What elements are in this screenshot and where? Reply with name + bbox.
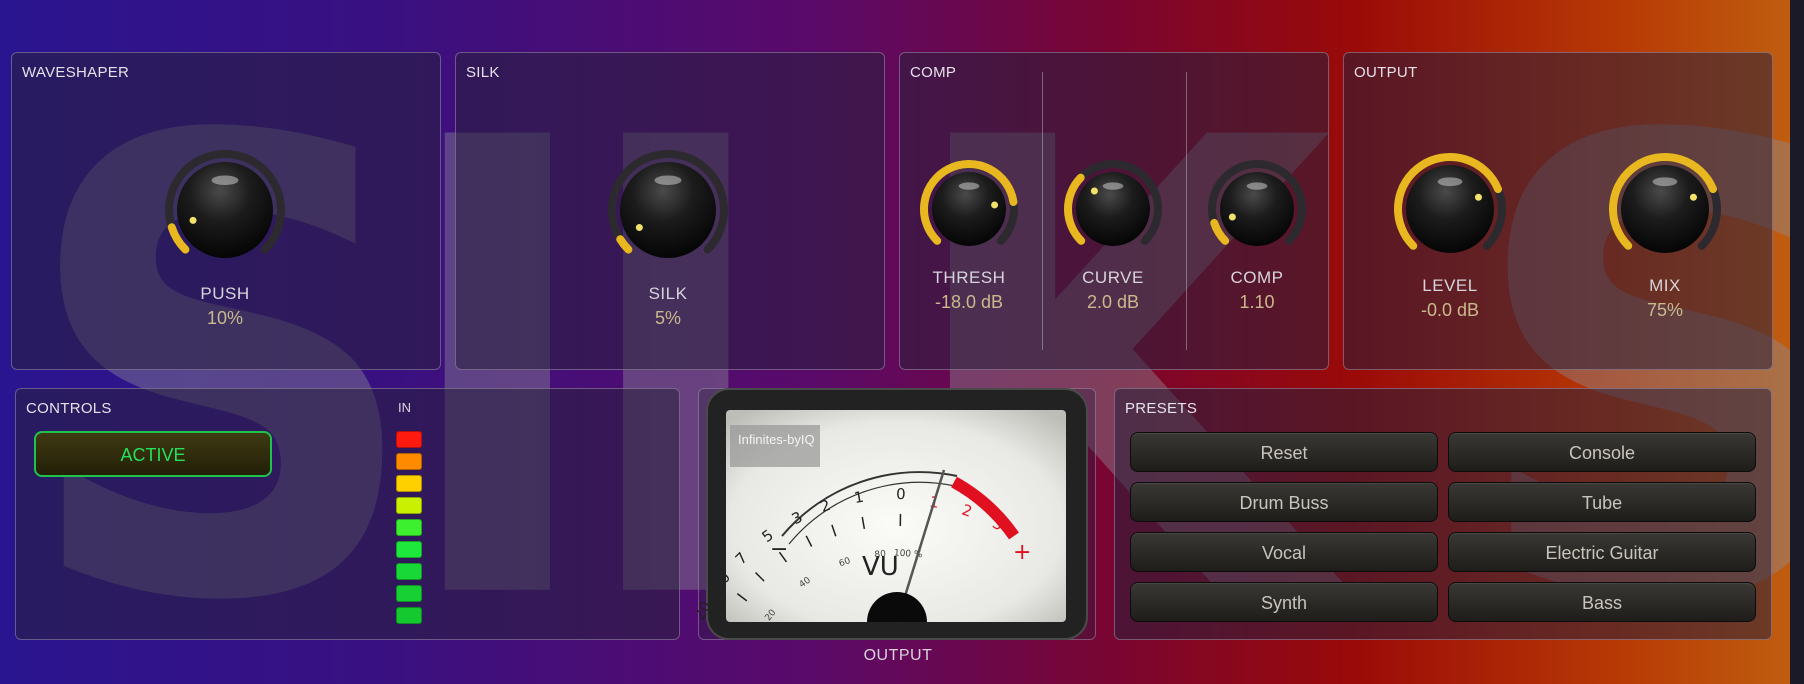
knob-indicator-dot — [1689, 193, 1697, 201]
meter-led — [396, 563, 422, 580]
meter-led — [396, 431, 422, 448]
mix-label: MIX — [1649, 276, 1681, 295]
comp-ratio-knob[interactable] — [1202, 154, 1312, 264]
thresh-knob[interactable] — [914, 154, 1024, 264]
knob-value-arc — [616, 235, 633, 254]
preset-vocal-button[interactable]: Vocal — [1130, 532, 1438, 572]
vu-output-label: OUTPUT — [863, 647, 933, 664]
level-knob[interactable] — [1388, 147, 1512, 271]
knob-highlight — [654, 175, 682, 186]
push-knob[interactable] — [159, 144, 291, 276]
comp-ratio-value: 1.10 — [1239, 292, 1275, 312]
plugin-window: SILK SAND WAVESHAPER PUSH 10% SILK SILK … — [0, 0, 1804, 684]
silk-knob[interactable] — [602, 144, 734, 276]
knob-highlight — [958, 182, 980, 190]
comp-title: COMP — [910, 64, 957, 81]
knob-value-arc — [1210, 218, 1230, 245]
input-meter-label: IN — [398, 400, 411, 415]
knob-highlight — [1652, 177, 1678, 187]
preset-bass-button[interactable]: Bass — [1448, 582, 1756, 622]
curve-knob[interactable] — [1058, 154, 1168, 264]
preset-console-button[interactable]: Console — [1448, 432, 1756, 472]
knob-indicator-dot — [189, 216, 197, 224]
knob-indicator-dot — [991, 201, 999, 209]
thresh-label: THRESH — [932, 268, 1006, 287]
controls-panel: CONTROLS — [15, 388, 680, 640]
knob-highlight — [1437, 177, 1463, 187]
preset-tube-button[interactable]: Tube — [1448, 482, 1756, 522]
curve-label: CURVE — [1082, 268, 1144, 287]
vu-label: VU — [862, 552, 899, 582]
knob-highlight — [211, 175, 239, 186]
knob-indicator-dot — [1474, 193, 1482, 201]
preset-synth-button[interactable]: Synth — [1130, 582, 1438, 622]
meter-led — [396, 453, 422, 470]
knob-highlight — [1102, 182, 1124, 190]
level-label: LEVEL — [1422, 276, 1478, 295]
waveshaper-title: WAVESHAPER — [22, 64, 130, 81]
knob-highlight — [1246, 182, 1268, 190]
meter-led — [396, 519, 422, 536]
comp-ratio-label: COMP — [1230, 268, 1284, 287]
vu-meter: 201075321012320406080100 % − + VU — [697, 388, 1088, 640]
vu-minus-sign: − — [770, 537, 788, 562]
level-value: -0.0 dB — [1420, 300, 1480, 320]
meter-led — [396, 541, 422, 558]
vu-plus-sign: + — [1013, 540, 1031, 565]
knob-indicator-dot — [1090, 187, 1098, 195]
silk-title: SILK — [466, 64, 500, 81]
curve-value: 2.0 dB — [1086, 292, 1140, 312]
meter-led — [396, 607, 422, 624]
mix-knob[interactable] — [1603, 147, 1727, 271]
preset-electric-guitar-button[interactable]: Electric Guitar — [1448, 532, 1756, 572]
knob-indicator-dot — [1228, 213, 1236, 221]
vu-scale-label: 0 — [896, 485, 906, 503]
thresh-value: -18.0 dB — [934, 292, 1004, 312]
vu-brand-label: Infinites‑byIQ — [730, 425, 820, 467]
push-label: PUSH — [200, 284, 250, 303]
preset-drum-buss-button[interactable]: Drum Buss — [1130, 482, 1438, 522]
controls-title: CONTROLS — [26, 400, 112, 417]
presets-title: PRESETS — [1125, 400, 1198, 417]
active-toggle-button[interactable]: ACTIVE — [34, 431, 272, 477]
knob-indicator-dot — [635, 224, 643, 232]
meter-led — [396, 475, 422, 492]
meter-led — [396, 497, 422, 514]
push-value: 10% — [206, 308, 244, 328]
silk-label: SILK — [648, 284, 688, 303]
silk-value: 5% — [654, 308, 681, 328]
meter-led — [396, 585, 422, 602]
output-title: OUTPUT — [1354, 64, 1418, 81]
preset-reset-button[interactable]: Reset — [1130, 432, 1438, 472]
mix-value: 75% — [1646, 300, 1684, 320]
window-edge — [1790, 0, 1804, 684]
